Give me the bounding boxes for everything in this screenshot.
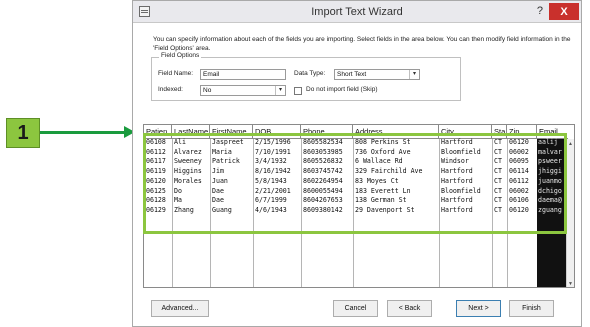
window-title: Import Text Wizard <box>311 5 403 18</box>
indexed-select[interactable]: No ▾ <box>200 85 286 96</box>
app-icon <box>139 6 150 17</box>
indexed-label: Indexed: <box>158 86 183 93</box>
field-name-label: Field Name: <box>158 70 194 77</box>
chevron-down-icon: ▾ <box>275 86 285 95</box>
skip-field-checkbox[interactable] <box>294 87 302 95</box>
title-bar[interactable]: Import Text Wizard ? X <box>133 1 581 23</box>
scroll-down-icon[interactable]: ▼ <box>568 281 573 287</box>
back-button[interactable]: < Back <box>387 300 432 317</box>
skip-field-label: Do not import field (Skip) <box>306 86 378 93</box>
close-button[interactable]: X <box>549 3 579 20</box>
next-button[interactable]: Next > <box>456 300 501 317</box>
field-options-group: Field Options Field Name: Email Data Typ… <box>151 52 461 101</box>
indexed-value: No <box>203 87 212 94</box>
data-type-value: Short Text <box>337 71 367 78</box>
data-type-label: Data Type: <box>294 70 326 77</box>
field-options-legend: Field Options <box>159 52 202 59</box>
finish-button[interactable]: Finish <box>509 300 554 317</box>
cancel-button[interactable]: Cancel <box>333 300 378 317</box>
chevron-down-icon: ▾ <box>409 70 419 79</box>
advanced-button[interactable]: Advanced... <box>151 300 209 317</box>
callout-arrow-line <box>40 131 126 134</box>
data-type-select[interactable]: Short Text ▾ <box>334 69 420 80</box>
field-name-input[interactable]: Email <box>200 69 286 80</box>
callout-number: 1 <box>6 118 40 148</box>
vertical-scrollbar[interactable]: ▲ ▼ <box>566 139 574 287</box>
scroll-up-icon[interactable]: ▲ <box>568 141 573 147</box>
rows-highlight-box <box>143 133 567 234</box>
intro-text: You can specify information about each o… <box>153 36 571 52</box>
help-button[interactable]: ? <box>537 5 543 17</box>
